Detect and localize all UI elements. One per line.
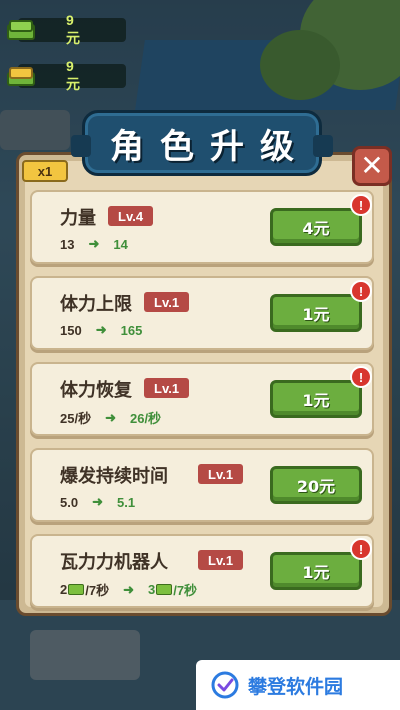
upgrade-name: 力量 — [60, 208, 96, 229]
money-counter-top: 9元 — [0, 12, 126, 46]
alert-badge: ! — [350, 366, 372, 388]
stat-from: 5.0 — [60, 494, 79, 510]
speed-badge[interactable]: x1 — [22, 160, 68, 182]
close-button[interactable]: ✕ — [352, 146, 392, 186]
stat-change: 150 ➜ 165 — [60, 322, 142, 338]
arrow-right-icon: ➜ — [92, 494, 103, 509]
upgrade-card-robot: 瓦力力机器人 Lv.1 2 /7秒 ➜ 3 /7秒 1元 ! — [30, 534, 374, 608]
stat-to: 14 — [113, 236, 128, 252]
upgrade-card-stamina-max: 体力上限 Lv.1 150 ➜ 165 1元 ! — [30, 276, 374, 350]
buy-upgrade-button[interactable]: 4元 — [270, 208, 362, 246]
alert-badge: ! — [350, 280, 372, 302]
watermark-text: 攀登软件园 — [248, 675, 344, 698]
upgrade-name: 爆发持续时间 — [60, 466, 168, 487]
arrow-right-icon: ➜ — [88, 236, 100, 251]
upgrade-name: 体力上限 — [60, 294, 132, 315]
level-badge: Lv.1 — [144, 292, 190, 312]
arrow-right-icon: ➜ — [105, 409, 116, 425]
stat-to: 26/秒 — [129, 411, 162, 426]
alert-badge: ! — [350, 194, 372, 216]
cash-stack-icon — [7, 67, 35, 86]
stat-from: 13 — [60, 236, 75, 252]
stat-to: 5.1 — [116, 494, 136, 510]
alert-badge: ! — [350, 538, 372, 560]
cash-icon — [156, 584, 173, 595]
close-icon: ✕ — [360, 149, 384, 182]
panel-title: 角色升级 — [110, 126, 310, 167]
panel-title-banner: 角色升级 — [71, 110, 333, 176]
stat-change: 13 ➜ 14 — [60, 236, 128, 252]
stat-from: 150 — [60, 322, 82, 338]
stat-to-count: 3 — [147, 582, 156, 597]
upgrade-card-stamina-recovery: 体力恢复 Lv.1 25/秒 ➜ 26/秒 1元 ! — [30, 362, 374, 436]
level-badge: Lv.1 — [198, 550, 244, 570]
arrow-right-icon: ➜ — [95, 322, 107, 337]
stat-to: 165 — [120, 322, 143, 338]
level-badge: Lv.1 — [144, 378, 190, 398]
upgrade-name: 体力恢复 — [60, 380, 132, 401]
checkmark-logo-icon — [211, 671, 239, 699]
upgrade-name: 瓦力力机器人 — [60, 552, 168, 573]
upgrade-card-strength: 力量 Lv.4 13 ➜ 14 4元 ! — [30, 190, 374, 264]
watermark: 攀登软件园 — [196, 660, 400, 710]
money-value: 9元 — [66, 58, 80, 92]
buy-upgrade-button[interactable]: 1元 — [270, 380, 362, 418]
stat-change: 2 /7秒 ➜ 3 /7秒 — [60, 580, 197, 599]
stat-change: 5.0 ➜ 5.1 — [60, 494, 135, 510]
stat-to-rate: /7秒 — [173, 583, 198, 598]
buy-upgrade-button[interactable]: 20元 — [270, 466, 362, 504]
arrow-right-icon: ➜ — [123, 581, 134, 597]
level-badge: Lv.4 — [108, 206, 154, 226]
stat-change: 25/秒 ➜ 26/秒 — [60, 408, 161, 427]
money-value: 9元 — [66, 12, 80, 46]
buy-upgrade-button[interactable]: 1元 — [270, 552, 362, 590]
stat-from-count: 2 — [60, 582, 68, 597]
money-counter-second: 9元 — [0, 58, 126, 92]
upgrade-card-burst-duration: 爆发持续时间 Lv.1 5.0 ➜ 5.1 20元 — [30, 448, 374, 522]
buy-upgrade-button[interactable]: 1元 — [270, 294, 362, 332]
cash-icon — [68, 584, 85, 595]
level-badge: Lv.1 — [198, 464, 244, 484]
stat-from: 25/秒 — [60, 411, 92, 426]
stat-from-rate: /7秒 — [85, 583, 110, 598]
cash-icon — [7, 20, 35, 40]
